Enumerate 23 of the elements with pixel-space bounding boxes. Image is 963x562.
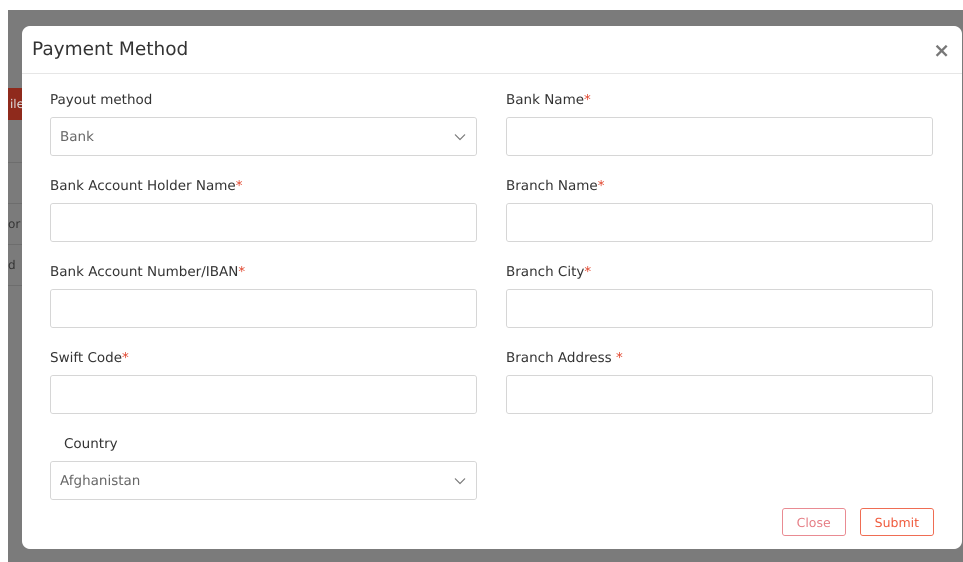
field-label: Bank Account Number/IBAN* (50, 264, 246, 280)
field-label: Payout method (50, 92, 152, 108)
input-field[interactable] (506, 203, 933, 242)
dropdown-field[interactable]: Bank (50, 117, 477, 156)
input-field[interactable] (50, 289, 477, 328)
field-label: Swift Code* (50, 350, 129, 366)
dropdown-field[interactable]: Afghanistan (50, 461, 477, 500)
field-label: Branch Address * (506, 350, 623, 366)
field-label: Branch Name* (506, 178, 604, 194)
field-label: Country (64, 436, 118, 452)
input-field[interactable] (506, 289, 933, 328)
chevron-down-icon (454, 476, 466, 484)
submit-button[interactable]: Submit (860, 508, 934, 536)
input-field[interactable] (506, 375, 933, 414)
field-label: Branch City* (506, 264, 592, 280)
input-field[interactable] (506, 117, 933, 156)
input-field[interactable] (50, 375, 477, 414)
input-field[interactable] (50, 203, 477, 242)
dialog-title: Payment Method (32, 39, 188, 60)
field-label: Bank Name* (506, 92, 591, 108)
close-button[interactable]: Close (782, 508, 846, 536)
field-label: Bank Account Holder Name* (50, 178, 242, 194)
chevron-down-icon (454, 132, 466, 140)
